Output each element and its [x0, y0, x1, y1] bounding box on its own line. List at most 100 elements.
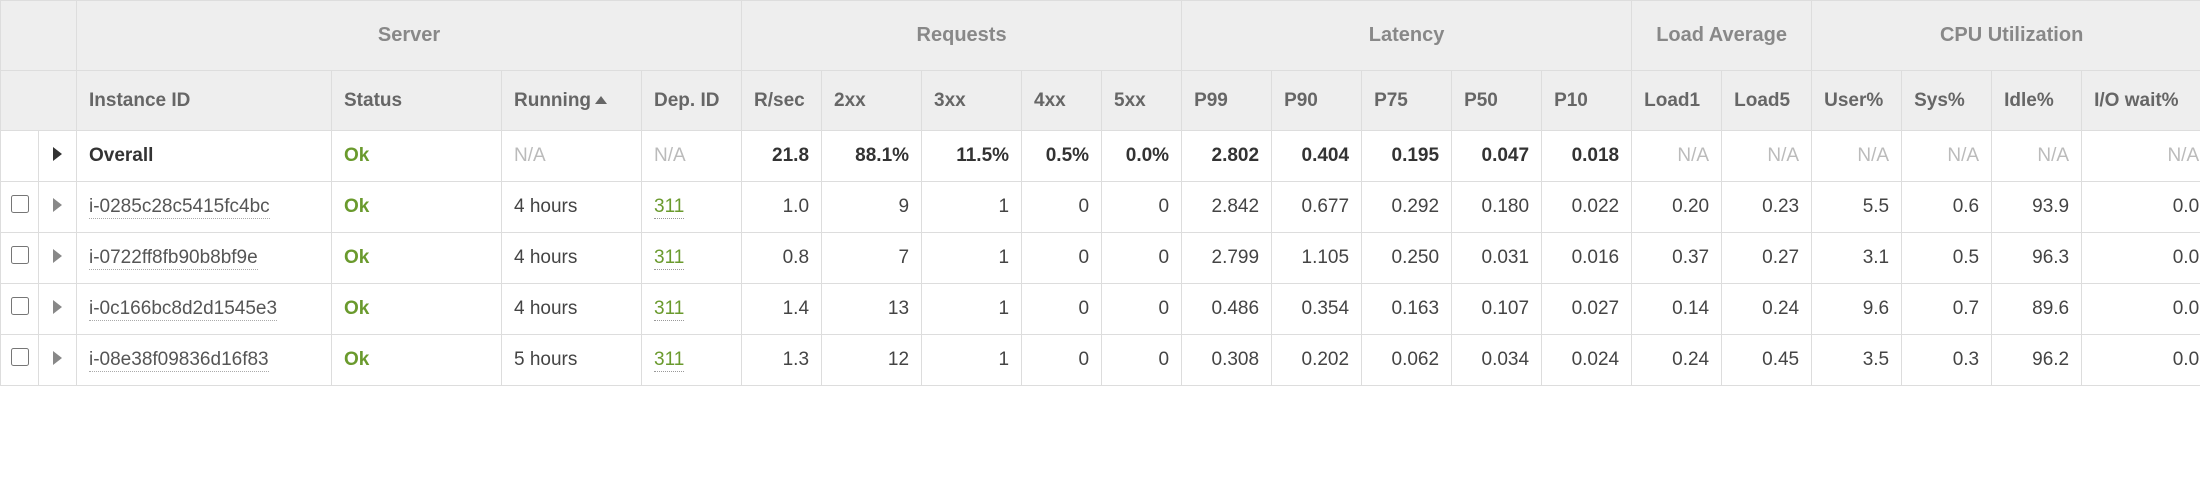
- row-expand[interactable]: [39, 233, 77, 284]
- header-sub-row: Instance ID Status Running Dep. ID R/sec…: [1, 71, 2200, 131]
- sort-asc-icon: [595, 96, 607, 104]
- cell-p90: 0.202: [1272, 335, 1362, 386]
- overall-user: N/A: [1812, 131, 1902, 182]
- row-checkbox-cell: [1, 284, 39, 335]
- col-instance-id[interactable]: Instance ID: [77, 71, 332, 131]
- col-idle[interactable]: Idle%: [1992, 71, 2082, 131]
- overall-5xx: 0.0%: [1102, 131, 1182, 182]
- overall-status: Ok: [344, 145, 369, 166]
- cell-sys: 0.3: [1902, 335, 1992, 386]
- overall-sys: N/A: [1902, 131, 1992, 182]
- cell-p75: 0.062: [1362, 335, 1452, 386]
- cell-load5: 0.24: [1722, 284, 1812, 335]
- col-iowait[interactable]: I/O wait%: [2082, 71, 2200, 131]
- table-row: i-0285c28c5415fc4bcOk4 hours3111.091002.…: [1, 182, 2200, 233]
- col-5xx[interactable]: 5xx: [1102, 71, 1182, 131]
- cell-dep-id: 311: [642, 335, 742, 386]
- col-4xx[interactable]: 4xx: [1022, 71, 1102, 131]
- status-badge: Ok: [344, 247, 369, 268]
- col-running[interactable]: Running: [502, 71, 642, 131]
- row-expand[interactable]: [39, 284, 77, 335]
- overall-expand-cell[interactable]: [39, 131, 77, 182]
- dep-id-link[interactable]: 311: [654, 349, 684, 372]
- cell-4xx: 0: [1022, 284, 1102, 335]
- instance-id-link[interactable]: i-0285c28c5415fc4bc: [89, 196, 270, 219]
- instance-id-link[interactable]: i-0722ff8fb90b8bf9e: [89, 247, 258, 270]
- caret-right-icon: [53, 351, 62, 365]
- col-p75[interactable]: P75: [1362, 71, 1452, 131]
- col-status[interactable]: Status: [332, 71, 502, 131]
- overall-iowait: N/A: [2082, 131, 2200, 182]
- cell-p90: 0.354: [1272, 284, 1362, 335]
- header-group-row: Server Requests Latency Load Average CPU…: [1, 1, 2200, 71]
- cell-iowait: 0.0: [2082, 335, 2200, 386]
- header-select-blank: [1, 71, 77, 131]
- col-user[interactable]: User%: [1812, 71, 1902, 131]
- cell-sys: 0.6: [1902, 182, 1992, 233]
- row-checkbox-cell: [1, 182, 39, 233]
- overall-load1: N/A: [1632, 131, 1722, 182]
- instance-id-link[interactable]: i-0c166bc8d2d1545e3: [89, 298, 277, 321]
- cell-dep-id: 311: [642, 233, 742, 284]
- overall-load5: N/A: [1722, 131, 1812, 182]
- header-blank: [1, 1, 77, 71]
- overall-checkbox-blank: [1, 131, 39, 182]
- cell-p99: 2.842: [1182, 182, 1272, 233]
- col-p50[interactable]: P50: [1452, 71, 1542, 131]
- col-load5[interactable]: Load5: [1722, 71, 1812, 131]
- col-p99[interactable]: P99: [1182, 71, 1272, 131]
- instance-id-link[interactable]: i-08e38f09836d16f83: [89, 349, 269, 372]
- row-checkbox-cell: [1, 335, 39, 386]
- cell-p10: 0.016: [1542, 233, 1632, 284]
- cell-2xx: 9: [822, 182, 922, 233]
- cell-p50: 0.107: [1452, 284, 1542, 335]
- cell-5xx: 0: [1102, 233, 1182, 284]
- col-rsec[interactable]: R/sec: [742, 71, 822, 131]
- status-badge: Ok: [344, 298, 369, 319]
- col-load1[interactable]: Load1: [1632, 71, 1722, 131]
- cell-p90: 1.105: [1272, 233, 1362, 284]
- cell-idle: 96.3: [1992, 233, 2082, 284]
- header-group-load: Load Average: [1632, 1, 1812, 71]
- cell-load5: 0.23: [1722, 182, 1812, 233]
- col-2xx[interactable]: 2xx: [822, 71, 922, 131]
- overall-label: Overall: [77, 131, 332, 182]
- status-badge: Ok: [344, 349, 369, 370]
- cell-running: 4 hours: [502, 284, 642, 335]
- col-p90[interactable]: P90: [1272, 71, 1362, 131]
- row-checkbox[interactable]: [11, 195, 29, 213]
- col-dep-id[interactable]: Dep. ID: [642, 71, 742, 131]
- cell-p10: 0.027: [1542, 284, 1632, 335]
- overall-running: N/A: [502, 131, 642, 182]
- row-checkbox[interactable]: [11, 246, 29, 264]
- row-expand[interactable]: [39, 182, 77, 233]
- cell-dep-id: 311: [642, 182, 742, 233]
- col-p10[interactable]: P10: [1542, 71, 1632, 131]
- col-3xx[interactable]: 3xx: [922, 71, 1022, 131]
- cell-4xx: 0: [1022, 182, 1102, 233]
- cell-p10: 0.022: [1542, 182, 1632, 233]
- dep-id-link[interactable]: 311: [654, 247, 684, 270]
- cell-sys: 0.5: [1902, 233, 1992, 284]
- cell-2xx: 7: [822, 233, 922, 284]
- row-checkbox-cell: [1, 233, 39, 284]
- dep-id-link[interactable]: 311: [654, 298, 684, 321]
- cell-p90: 0.677: [1272, 182, 1362, 233]
- row-checkbox[interactable]: [11, 348, 29, 366]
- cell-load1: 0.37: [1632, 233, 1722, 284]
- cell-iowait: 0.0: [2082, 233, 2200, 284]
- cell-idle: 96.2: [1992, 335, 2082, 386]
- cell-rsec: 1.0: [742, 182, 822, 233]
- overall-p75: 0.195: [1362, 131, 1452, 182]
- cell-load1: 0.14: [1632, 284, 1722, 335]
- dep-id-link[interactable]: 311: [654, 196, 684, 219]
- header-group-cpu: CPU Utilization: [1812, 1, 2200, 71]
- col-sys[interactable]: Sys%: [1902, 71, 1992, 131]
- cell-instance-id: i-0285c28c5415fc4bc: [77, 182, 332, 233]
- cell-p75: 0.292: [1362, 182, 1452, 233]
- cell-dep-id: 311: [642, 284, 742, 335]
- row-expand[interactable]: [39, 335, 77, 386]
- header-group-requests: Requests: [742, 1, 1182, 71]
- row-checkbox[interactable]: [11, 297, 29, 315]
- overall-idle: N/A: [1992, 131, 2082, 182]
